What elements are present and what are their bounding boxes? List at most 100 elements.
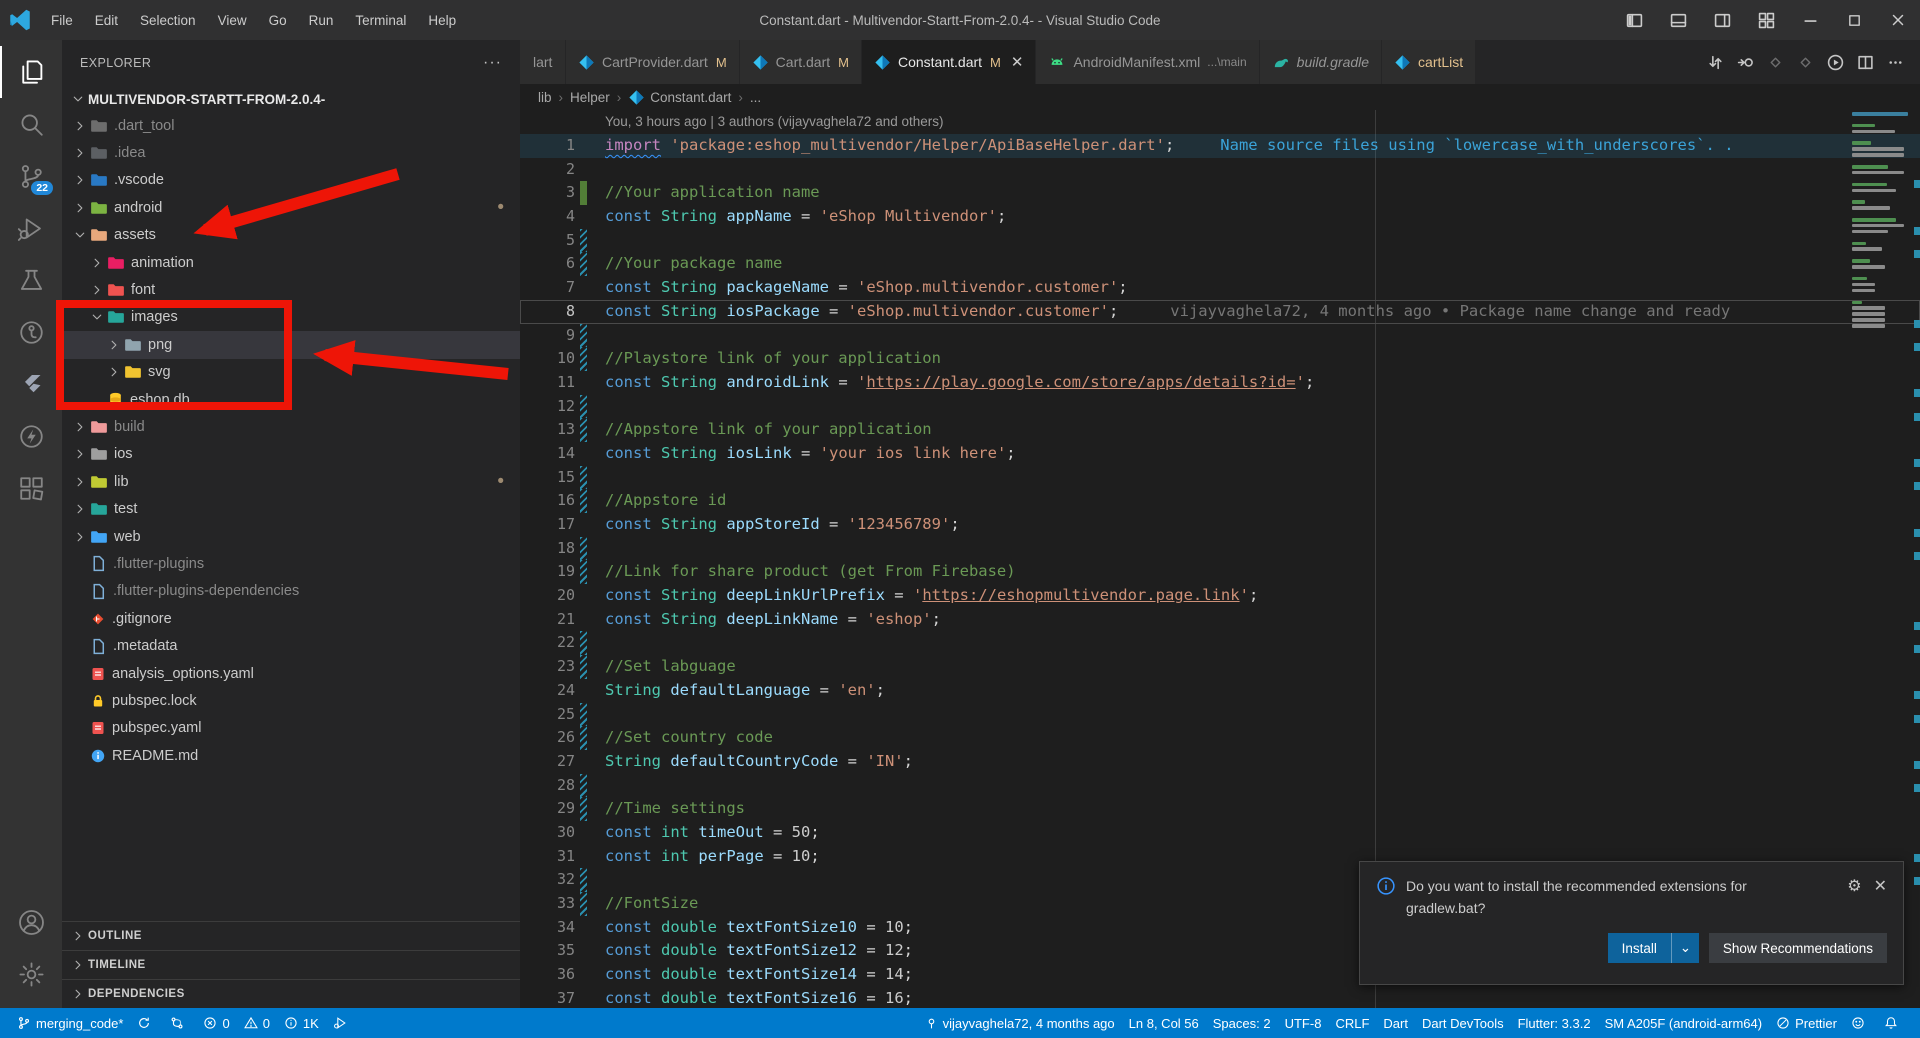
- activity-explorer[interactable]: [0, 46, 62, 98]
- workspace-root-folder[interactable]: MULTIVENDOR-STARTT-FROM-2.0.4-: [62, 86, 520, 112]
- problems-info[interactable]: 1K: [277, 1008, 326, 1038]
- tree-item--vscode[interactable]: .vscode: [62, 167, 520, 194]
- tab-constant-dart[interactable]: Constant.dartM✕: [862, 40, 1036, 84]
- tab-cart-dart[interactable]: Cart.dartM: [740, 40, 862, 84]
- activity-run-and-debug[interactable]: [0, 202, 62, 254]
- breadcrumb-item[interactable]: Helper: [570, 90, 610, 105]
- activity-source-control[interactable]: 22: [0, 150, 62, 202]
- tree-item--flutter-plugins[interactable]: .flutter-plugins: [62, 550, 520, 577]
- menu-selection[interactable]: Selection: [129, 13, 207, 28]
- toggle-panel-icon[interactable]: [1656, 0, 1700, 40]
- activity-extensions[interactable]: [0, 462, 62, 514]
- tree-item-lib[interactable]: lib•: [62, 468, 520, 495]
- tree-item-ios[interactable]: ios: [62, 441, 520, 468]
- tree-item-web[interactable]: web: [62, 523, 520, 550]
- explorer-more-actions[interactable]: ···: [483, 54, 502, 72]
- compare-changes-button[interactable]: [1700, 45, 1730, 79]
- tree-item-eshop-db[interactable]: eshop.db: [62, 386, 520, 413]
- activity-settings-gear[interactable]: [0, 948, 62, 1000]
- tab-androidmanifest-xml[interactable]: AndroidManifest.xml...\main: [1036, 40, 1259, 84]
- tree-item-analysis-options-yaml[interactable]: analysis_options.yaml: [62, 660, 520, 687]
- minimap[interactable]: [1852, 112, 1910, 330]
- encoding[interactable]: UTF-8: [1278, 1008, 1329, 1038]
- more-actions-button[interactable]: [1880, 45, 1910, 79]
- blame-status[interactable]: vijayvaghela72, 4 months ago: [918, 1008, 1122, 1038]
- activity-flutter[interactable]: [0, 358, 62, 410]
- tree-item-pubspec-lock[interactable]: pubspec.lock: [62, 687, 520, 714]
- cursor-position[interactable]: Ln 8, Col 56: [1122, 1008, 1206, 1038]
- activity-testing[interactable]: [0, 254, 62, 306]
- toggle-secondary-sidebar-icon[interactable]: [1700, 0, 1744, 40]
- notification-close-icon[interactable]: ✕: [1874, 876, 1887, 896]
- tree-item-animation[interactable]: animation: [62, 249, 520, 276]
- menu-view[interactable]: View: [207, 13, 258, 28]
- open-changes-button[interactable]: [1730, 45, 1760, 79]
- notifications-bell[interactable]: [1877, 1008, 1910, 1038]
- tree-item-font[interactable]: font: [62, 276, 520, 303]
- section-outline[interactable]: OUTLINE: [62, 921, 520, 950]
- tab-close-icon[interactable]: ✕: [1011, 53, 1024, 71]
- eol[interactable]: CRLF: [1328, 1008, 1376, 1038]
- tree-item--flutter-plugins-dependencies[interactable]: .flutter-plugins-dependencies: [62, 578, 520, 605]
- maximize-button[interactable]: [1832, 0, 1876, 40]
- tab-build-gradle[interactable]: build.gradle: [1260, 40, 1382, 84]
- dart-devtools[interactable]: Dart DevTools: [1415, 1008, 1511, 1038]
- device-selector[interactable]: SM A205F (android-arm64): [1598, 1008, 1770, 1038]
- git-branch-status[interactable]: merging_code*: [10, 1008, 130, 1038]
- tree-item-readme-md[interactable]: README.md: [62, 742, 520, 769]
- tree-item-assets[interactable]: assets: [62, 222, 520, 249]
- problems-errors[interactable]: 0: [196, 1008, 236, 1038]
- tab-lart[interactable]: lart: [520, 40, 566, 84]
- next-change-button[interactable]: [1790, 45, 1820, 79]
- tree-item-pubspec-yaml[interactable]: pubspec.yaml: [62, 715, 520, 742]
- close-button[interactable]: [1876, 0, 1920, 40]
- customize-layout-icon[interactable]: [1744, 0, 1788, 40]
- activity-search[interactable]: [0, 98, 62, 150]
- flutter-version[interactable]: Flutter: 3.3.2: [1511, 1008, 1598, 1038]
- prettier-status[interactable]: Prettier: [1769, 1008, 1844, 1038]
- feedback[interactable]: [1844, 1008, 1877, 1038]
- install-dropdown-chevron-icon[interactable]: ⌄: [1671, 933, 1699, 963]
- tree-item--metadata[interactable]: .metadata: [62, 632, 520, 659]
- activity-account[interactable]: [0, 896, 62, 948]
- menu-help[interactable]: Help: [417, 13, 467, 28]
- breadcrumb-item[interactable]: ...: [750, 90, 761, 105]
- tree-item-test[interactable]: test: [62, 495, 520, 522]
- notification-gear-icon[interactable]: ⚙: [1847, 876, 1861, 896]
- breadcrumb-item[interactable]: Constant.dart: [650, 90, 731, 105]
- tree-item-svg[interactable]: svg: [62, 359, 520, 386]
- toggle-sidebar-icon[interactable]: [1612, 0, 1656, 40]
- gitlens-compare-status[interactable]: [163, 1008, 196, 1038]
- language-mode[interactable]: Dart: [1376, 1008, 1415, 1038]
- debug-launch-status[interactable]: [326, 1008, 359, 1038]
- install-button[interactable]: Install ⌄: [1608, 933, 1699, 963]
- minimize-button[interactable]: [1788, 0, 1832, 40]
- breadcrumb[interactable]: lib›Helper›Constant.dart›...: [520, 84, 1920, 110]
- menu-run[interactable]: Run: [298, 13, 345, 28]
- menu-edit[interactable]: Edit: [84, 13, 129, 28]
- previous-change-button[interactable]: [1760, 45, 1790, 79]
- problems-warnings[interactable]: 0: [237, 1008, 277, 1038]
- indentation[interactable]: Spaces: 2: [1206, 1008, 1278, 1038]
- tree-item--gitignore[interactable]: .gitignore: [62, 605, 520, 632]
- tree-item-images[interactable]: images: [62, 304, 520, 331]
- tab-cartprovider-dart[interactable]: CartProvider.dartM: [566, 40, 740, 84]
- breadcrumb-item[interactable]: lib: [538, 90, 552, 105]
- split-editor-button[interactable]: [1850, 45, 1880, 79]
- tree-item--dart-tool[interactable]: .dart_tool: [62, 112, 520, 139]
- sync-status[interactable]: [130, 1008, 163, 1038]
- activity-thunder-client[interactable]: [0, 410, 62, 462]
- tab-cartlist[interactable]: cartList: [1382, 40, 1476, 84]
- menu-terminal[interactable]: Terminal: [344, 13, 417, 28]
- tree-item-build[interactable]: build: [62, 413, 520, 440]
- overview-ruler[interactable]: [1914, 110, 1920, 1008]
- section-timeline[interactable]: TIMELINE: [62, 950, 520, 979]
- activity-gitlens[interactable]: [0, 306, 62, 358]
- tree-item-png[interactable]: png: [62, 331, 520, 358]
- run-file-button[interactable]: [1820, 45, 1850, 79]
- menu-file[interactable]: File: [40, 13, 84, 28]
- tree-item-android[interactable]: android•: [62, 194, 520, 221]
- show-recommendations-button[interactable]: Show Recommendations: [1709, 933, 1887, 963]
- section-dependencies[interactable]: DEPENDENCIES: [62, 979, 520, 1008]
- menu-go[interactable]: Go: [258, 13, 298, 28]
